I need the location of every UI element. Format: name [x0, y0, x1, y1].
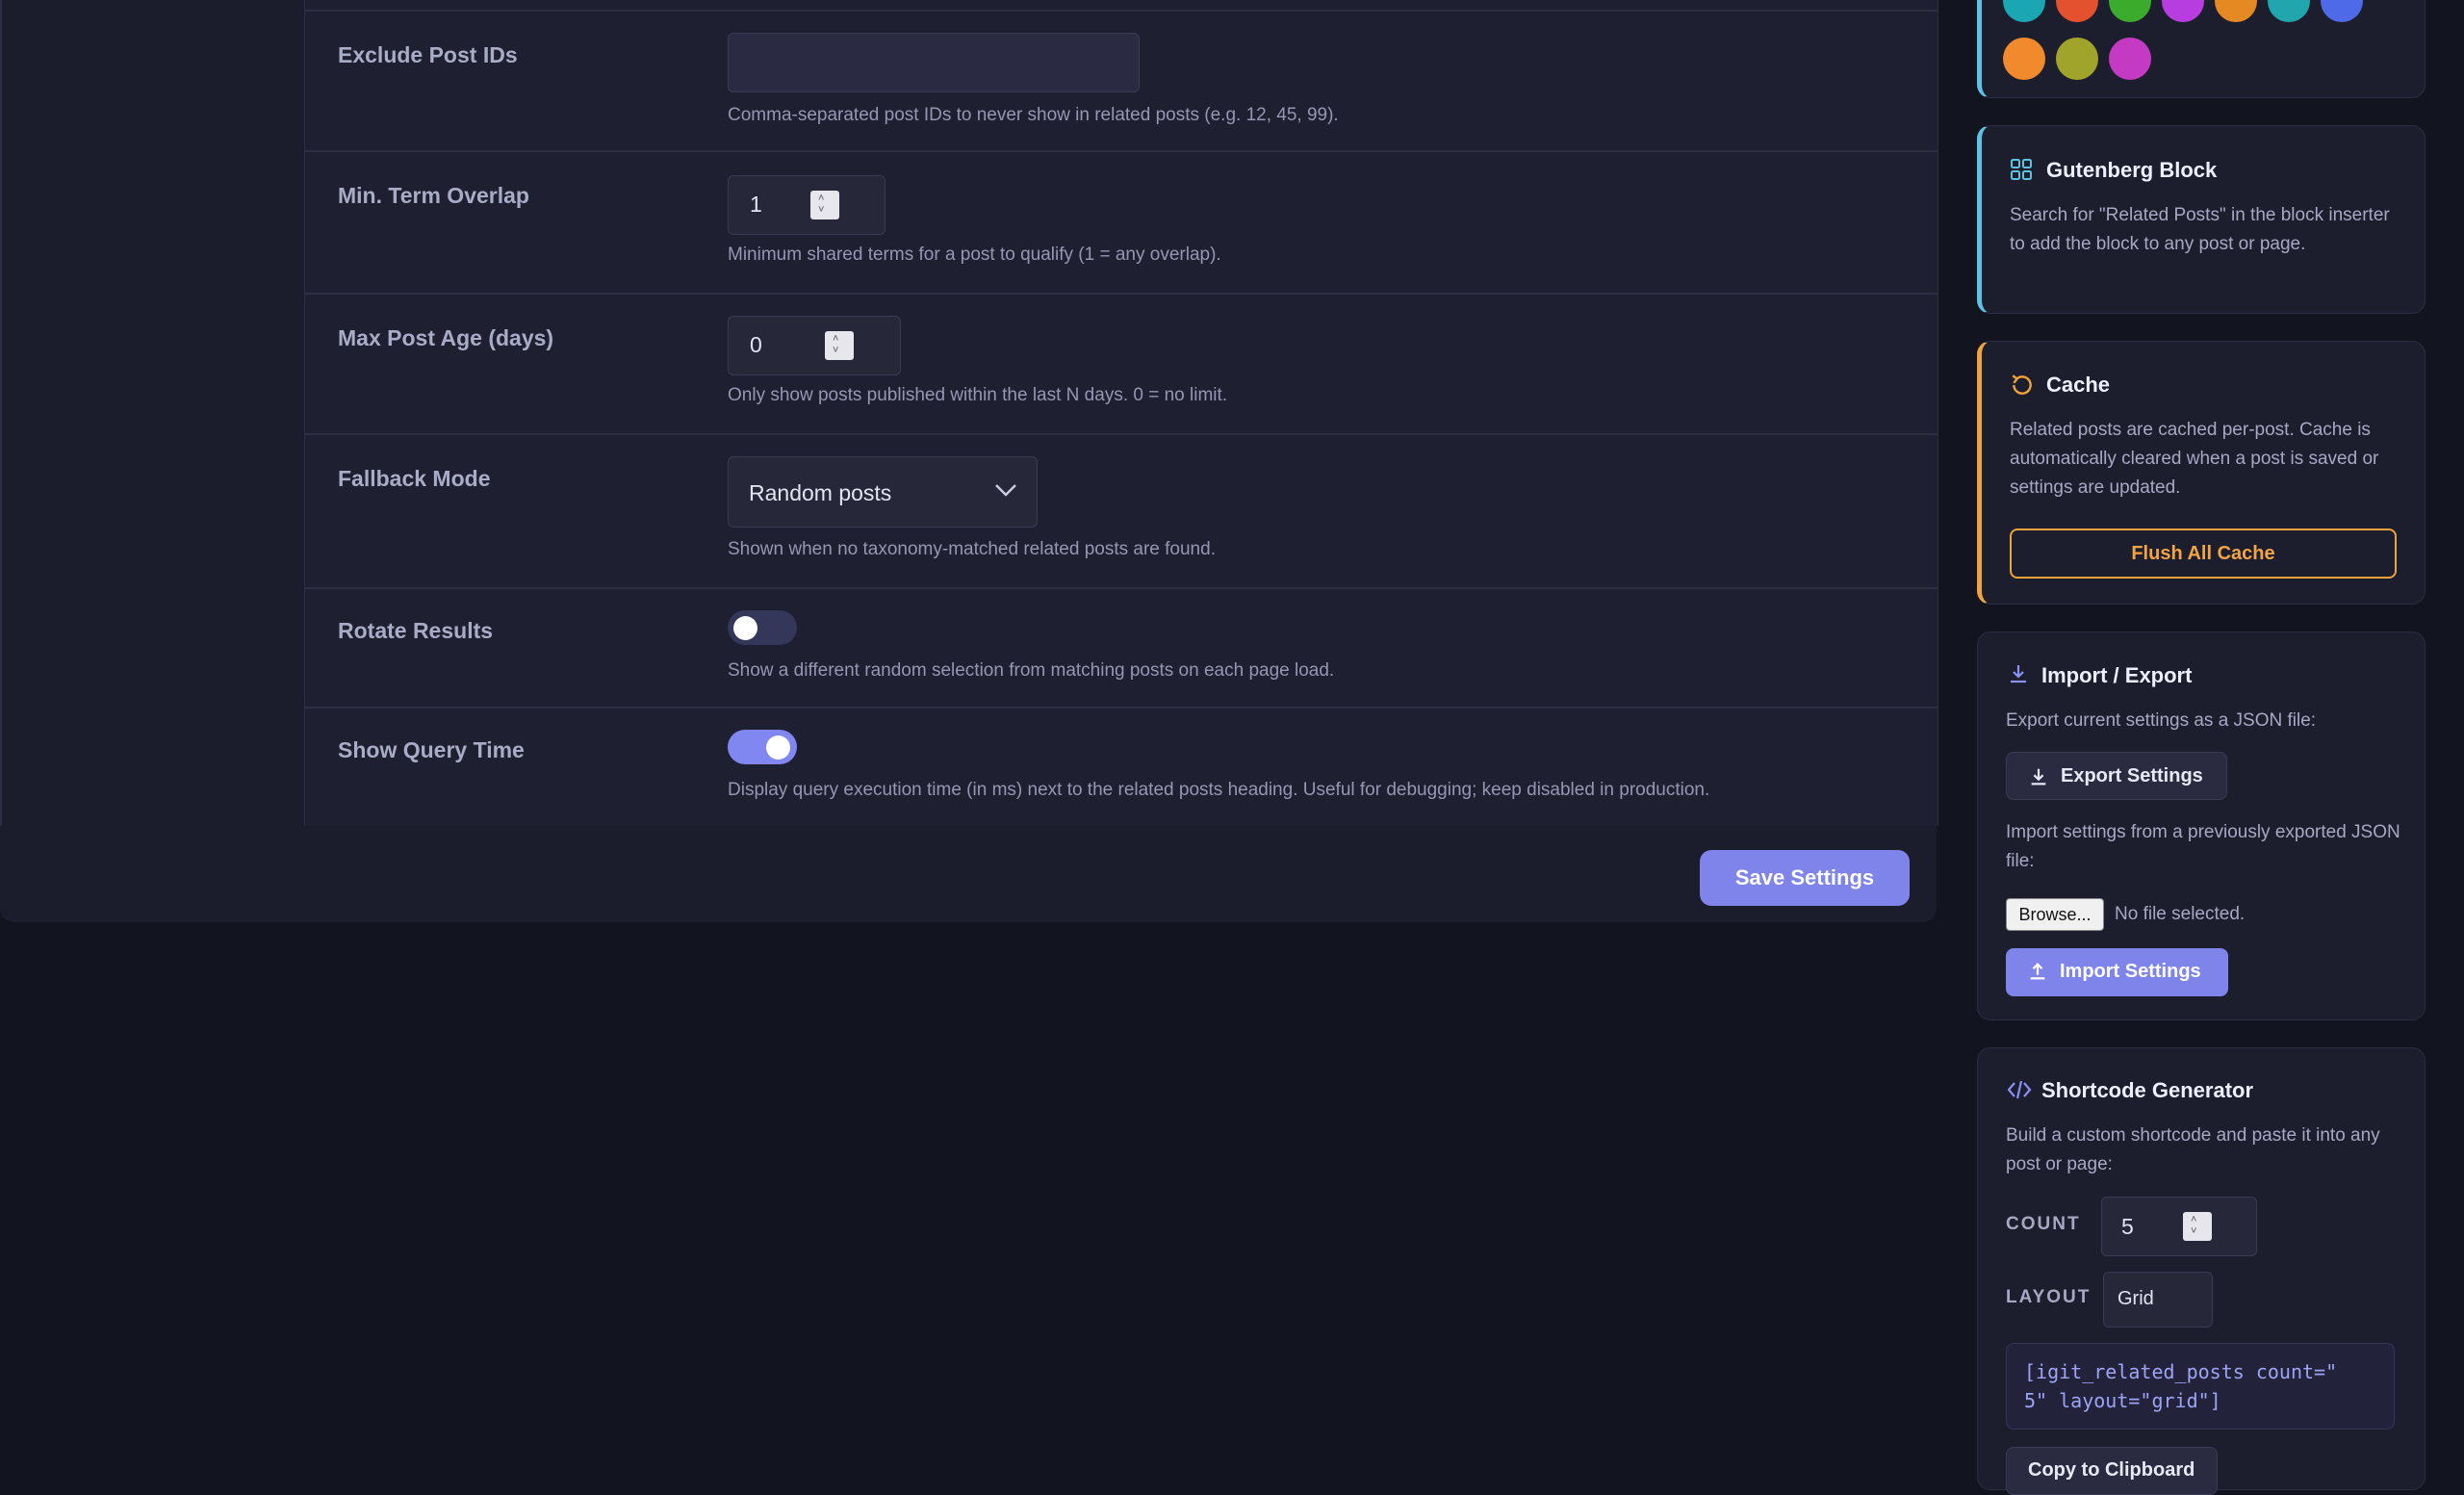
rotate-results-toggle[interactable] — [728, 610, 797, 645]
admin-sidebar-strip — [0, 0, 306, 826]
code-line: [igit_related_posts count=" — [2024, 1360, 2338, 1383]
color-swatch[interactable] — [2109, 0, 2151, 22]
setting-row-rotate-results: Rotate Results Show a different random s… — [305, 589, 1938, 709]
setting-label: Rotate Results — [338, 618, 494, 643]
button-label: Export Settings — [2061, 765, 2203, 786]
card-text: Search for "Related Posts" in the block … — [2010, 205, 2390, 254]
color-swatch[interactable] — [2268, 0, 2310, 22]
color-swatch[interactable] — [2109, 38, 2151, 80]
button-label: Copy to Clipboard — [2028, 1459, 2195, 1481]
upload-icon — [2030, 963, 2045, 980]
save-bar — [0, 826, 1937, 922]
color-swatch[interactable] — [2003, 0, 2045, 22]
setting-label: Min. Term Overlap — [338, 183, 529, 208]
shortcode-count-input[interactable]: 5 ˄ ˅ — [2101, 1197, 2257, 1256]
flush-all-cache-button[interactable]: Flush All Cache — [2010, 528, 2397, 579]
select-value: Grid — [2118, 1288, 2154, 1309]
cache-card: Cache Related posts are cached per-post.… — [1977, 341, 2426, 605]
shortcode-generator-card: Shortcode Generator Build a custom short… — [1977, 1047, 2426, 1495]
chevron-down-icon: ˅ — [2191, 1225, 2197, 1237]
show-query-time-toggle[interactable] — [728, 730, 797, 764]
toggle-knob — [733, 616, 757, 640]
card-text: Related posts are cached per-post. Cache… — [2010, 420, 2379, 498]
color-swatch[interactable] — [2056, 38, 2098, 80]
chevron-up-icon: ˄ — [833, 333, 839, 345]
download-icon — [2031, 768, 2046, 786]
setting-help: Display query execution time (in ms) nex… — [728, 780, 1710, 800]
card-title: Gutenberg Block — [2046, 158, 2218, 182]
toggle-knob — [766, 735, 790, 760]
setting-row-min-term-overlap: Min. Term Overlap 1 ˄ ˅ Minimum shared t… — [305, 152, 1938, 295]
input-value: 5 — [2121, 1214, 2134, 1239]
shortcode-layout-select[interactable]: Grid — [2103, 1272, 2213, 1327]
count-label: COUNT — [2006, 1214, 2081, 1234]
color-swatch[interactable] — [2003, 38, 2045, 80]
code-icon — [2007, 1080, 2032, 1099]
card-title: Import / Export — [2041, 663, 2193, 687]
chevron-down-icon: ˅ — [818, 204, 825, 216]
color-scheme-card — [1977, 0, 2426, 98]
select-value: Random posts — [749, 480, 892, 505]
color-swatch[interactable] — [2056, 0, 2098, 22]
setting-help: Only show posts published within the las… — [728, 385, 1228, 405]
color-swatch[interactable] — [2321, 0, 2363, 22]
chevron-up-icon: ˄ — [2191, 1214, 2197, 1225]
color-swatch[interactable] — [2215, 0, 2257, 22]
input-value: 0 — [750, 332, 762, 357]
setting-help: Minimum shared terms for a post to quali… — [728, 245, 1221, 265]
setting-row-show-query-time: Show Query Time Display query execution … — [305, 709, 1938, 826]
chevron-up-icon: ˄ — [818, 193, 825, 204]
setting-label: Fallback Mode — [338, 466, 491, 491]
card-text: Build a custom shortcode and paste it in… — [2006, 1125, 2380, 1174]
setting-label: Show Query Time — [338, 737, 525, 762]
setting-row-max-post-age: Max Post Age (days) 0 ˄ ˅ Only show post… — [305, 295, 1938, 435]
card-title: Shortcode Generator — [2041, 1078, 2254, 1102]
fallback-mode-select[interactable]: Random posts — [728, 456, 1038, 528]
export-text: Export current settings as a JSON file: — [2006, 710, 2317, 731]
number-stepper[interactable]: ˄ ˅ — [825, 331, 854, 360]
setting-help: Comma-separated post IDs to never show i… — [728, 105, 1339, 125]
button-label: Import Settings — [2060, 961, 2201, 982]
import-export-card: Import / Export Export current settings … — [1977, 632, 2426, 1020]
number-stepper[interactable]: ˄ ˅ — [810, 191, 839, 219]
gutenberg-block-card: Gutenberg Block Search for "Related Post… — [1977, 125, 2426, 314]
setting-label: Exclude Post IDs — [338, 42, 518, 67]
setting-row-fallback-mode: Fallback Mode Random posts Shown when no… — [305, 435, 1938, 589]
settings-panel: Exclude Post IDs Comma-separated post ID… — [304, 0, 1938, 826]
input-value: 1 — [750, 192, 762, 217]
setting-label: Max Post Age (days) — [338, 325, 554, 350]
copy-to-clipboard-button[interactable]: Copy to Clipboard — [2006, 1447, 2218, 1495]
min-term-overlap-input[interactable]: 1 ˄ ˅ — [728, 175, 886, 235]
exclude-post-ids-input[interactable] — [728, 33, 1140, 92]
save-settings-button[interactable]: Save Settings — [1700, 850, 1910, 906]
export-settings-button[interactable]: Export Settings — [2006, 752, 2227, 800]
color-swatch[interactable] — [2162, 0, 2204, 22]
import-settings-button[interactable]: Import Settings — [2006, 948, 2228, 996]
setting-help: Show a different random selection from m… — [728, 660, 1335, 681]
layout-label: LAYOUT — [2006, 1287, 2092, 1307]
import-text: Import settings from a previously export… — [2006, 822, 2400, 871]
chevron-down-icon: ˅ — [833, 345, 839, 356]
download-icon — [2011, 665, 2026, 683]
browse-file-button[interactable]: Browse... — [2006, 898, 2104, 931]
shortcode-output[interactable]: [igit_related_posts count=" 5" layout="gr… — [2006, 1343, 2395, 1430]
card-title: Cache — [2046, 373, 2111, 397]
setting-row-exclude-post-ids: Exclude Post IDs Comma-separated post ID… — [305, 12, 1938, 152]
code-line: 5" layout="grid"] — [2024, 1389, 2221, 1412]
chevron-down-icon — [995, 484, 1016, 497]
blocks-grid-icon — [2011, 159, 2032, 180]
file-status: No file selected. — [2115, 904, 2246, 924]
setting-help: Shown when no taxonomy-matched related p… — [728, 539, 1216, 559]
number-stepper[interactable]: ˄ ˅ — [2183, 1212, 2212, 1241]
max-post-age-input[interactable]: 0 ˄ ˅ — [728, 316, 901, 375]
refresh-icon — [2012, 374, 2032, 395]
